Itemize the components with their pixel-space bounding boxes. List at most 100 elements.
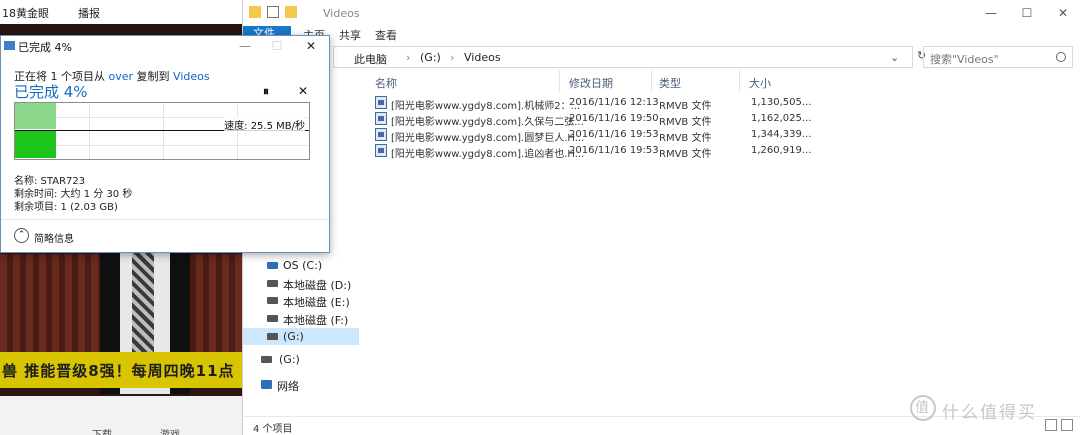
drive-icon [267, 333, 278, 340]
nav-item-drive-g-selected[interactable]: (G:) [243, 328, 359, 345]
items-remaining-info: 剩余项目: 1 (2.03 GB) [14, 202, 118, 213]
file-size: 1,162,025... [751, 113, 812, 124]
breadcrumb-drive[interactable]: (G:) [420, 51, 441, 64]
file-size: 1,344,339... [751, 129, 812, 140]
player-channel-label: 18黄金眼 [2, 7, 49, 20]
file-type: RMVB 文件 [659, 101, 712, 112]
player-top-bar: 18黄金眼 播报 [0, 0, 242, 24]
file-name: [阳光电影www.ygdy8.com].圆梦巨人.H... [391, 133, 585, 144]
drive-icon [261, 356, 272, 363]
nav-item-drive-d[interactable]: 本地磁盘 (D:) [243, 275, 359, 292]
file-date: 2016/11/16 19:50 [569, 113, 659, 124]
tab-share[interactable]: 共享 [339, 27, 361, 43]
nav-item-network[interactable]: 网络 [243, 376, 359, 393]
graph-gridline [15, 145, 309, 146]
close-button[interactable]: ✕ [1045, 0, 1080, 26]
drive-icon [267, 297, 278, 304]
file-row[interactable]: [阳光电影www.ygdy8.com].机械师2：... 2016/11/16 … [371, 95, 812, 112]
file-row[interactable]: [阳光电影www.ygdy8.com].久保与二弦... 2016/11/16 … [371, 111, 812, 128]
fewer-details-label: 简略信息 [34, 234, 74, 245]
video-file-icon [375, 112, 387, 125]
address-bar[interactable]: 此电脑 › (G:) › Videos ⌄ [333, 46, 913, 68]
column-header-name[interactable]: 名称 [375, 75, 397, 91]
ticker-text: 兽 推能晋级8强！每周四晚11点 [2, 362, 235, 380]
column-header-size[interactable]: 大小 [749, 75, 771, 91]
copy-middle: 复制到 [133, 70, 174, 83]
column-header-type[interactable]: 类型 [659, 75, 681, 91]
explorer-window: Videos — ☐ ✕ 文件 主页 共享 查看 此电脑 › (G:) › Vi… [242, 0, 1080, 435]
tab-view[interactable]: 查看 [375, 27, 397, 43]
dropdown-chevron-icon[interactable]: ⌄ [890, 51, 899, 64]
graph-gridline [163, 103, 164, 159]
windows-drive-icon [267, 262, 278, 269]
file-date: 2016/11/16 19:53 [569, 145, 659, 156]
properties-icon[interactable] [267, 6, 279, 18]
copy-progress-dialog: 已完成 4% — ☐ ✕ 正在将 1 个项目从 over 复制到 Videos … [0, 35, 330, 253]
speed-graph: 速度: 25.5 MB/秒 [14, 102, 310, 160]
drive-icon [267, 280, 278, 287]
nav-item-drive-f[interactable]: 本地磁盘 (F:) [243, 310, 359, 327]
search-placeholder: 搜索"Videos" [930, 53, 999, 66]
dialog-close-button[interactable]: ✕ [295, 36, 327, 56]
dialog-titlebar: 已完成 4% — ☐ ✕ [1, 36, 329, 56]
chevron-up-icon: ⌃ [14, 228, 29, 243]
dialog-body: 正在将 1 个项目从 over 复制到 Videos 已完成 4% ⏸ ✕ 速度… [1, 56, 329, 252]
file-type: RMVB 文件 [659, 149, 712, 160]
breadcrumb-this-pc[interactable]: 此电脑 [354, 51, 387, 67]
breadcrumb-separator-icon: › [406, 51, 411, 64]
dialog-minimize-button[interactable]: — [229, 36, 261, 56]
maximize-button[interactable]: ☐ [1009, 0, 1045, 26]
player-bottom-bar: 下载 游戏 [0, 396, 242, 435]
new-folder-icon[interactable] [285, 6, 297, 18]
pause-button[interactable]: ⏸ [263, 84, 269, 99]
watermark-circle-icon: 值 [910, 395, 936, 421]
file-type: RMVB 文件 [659, 117, 712, 128]
search-input[interactable]: 搜索"Videos" [923, 46, 1073, 68]
copy-icon [4, 41, 15, 50]
address-row: 此电脑 › (G:) › Videos ⌄ ↻ 搜索"Videos" [243, 46, 1080, 68]
breadcrumb-separator-icon: › [450, 51, 455, 64]
video-file-icon [375, 144, 387, 157]
column-divider[interactable] [739, 70, 740, 92]
progress-fill-dark [15, 131, 56, 158]
column-divider[interactable] [651, 70, 652, 92]
file-row[interactable]: [阳光电影www.ygdy8.com].圆梦巨人.H... 2016/11/16… [371, 127, 812, 144]
minimize-button[interactable]: — [973, 0, 1009, 26]
destination-link[interactable]: Videos [173, 70, 210, 83]
breadcrumb-videos[interactable]: Videos [464, 51, 501, 64]
file-name: [阳光电影www.ygdy8.com].久保与二弦... [391, 117, 584, 128]
video-file-icon [375, 96, 387, 109]
dialog-title: 已完成 4% [18, 41, 72, 54]
file-date: 2016/11/16 19:53 [569, 129, 659, 140]
source-link[interactable]: over [109, 70, 134, 83]
graph-gridline [89, 103, 90, 159]
nav-item-drive-g[interactable]: (G:) [243, 351, 359, 368]
column-header-date[interactable]: 修改日期 [569, 75, 613, 91]
network-icon [261, 380, 272, 389]
file-row[interactable]: [阳光电影www.ygdy8.com].追凶者也.H... 2016/11/16… [371, 143, 812, 160]
file-size: 1,260,919... [751, 145, 812, 156]
games-button[interactable]: 游戏 [160, 426, 180, 435]
item-count: 4 个项目 [253, 424, 293, 435]
cancel-button[interactable]: ✕ [298, 84, 308, 98]
nav-item-drive-e[interactable]: 本地磁盘 (E:) [243, 292, 359, 309]
dialog-maximize-button: ☐ [271, 39, 283, 53]
dialog-divider [1, 219, 329, 220]
file-name: [阳光电影www.ygdy8.com].机械师2：... [391, 101, 581, 112]
file-size: 1,130,505... [751, 97, 812, 108]
window-title: Videos [323, 7, 360, 20]
file-list: 名称 修改日期 类型 大小 [阳光电影www.ygdy8.com].机械师2：.… [361, 70, 1080, 410]
explorer-titlebar: Videos — ☐ ✕ [243, 0, 1080, 26]
nav-item-os-c[interactable]: OS (C:) [243, 257, 359, 274]
file-date: 2016/11/16 12:13 [569, 97, 659, 108]
speed-readout: 速度: 25.5 MB/秒 [224, 117, 305, 132]
file-name: [阳光电影www.ygdy8.com].追凶者也.H... [391, 149, 585, 160]
progress-fill-light [15, 103, 56, 129]
video-file-icon [375, 128, 387, 141]
download-button[interactable]: 下载 [92, 426, 112, 435]
column-divider[interactable] [559, 70, 560, 92]
player-menu-item[interactable]: 播报 [78, 5, 100, 21]
ribbon-tabs: 文件 主页 共享 查看 [243, 26, 1080, 43]
percent-complete: 已完成 4% [14, 83, 88, 101]
search-icon [1056, 52, 1066, 62]
